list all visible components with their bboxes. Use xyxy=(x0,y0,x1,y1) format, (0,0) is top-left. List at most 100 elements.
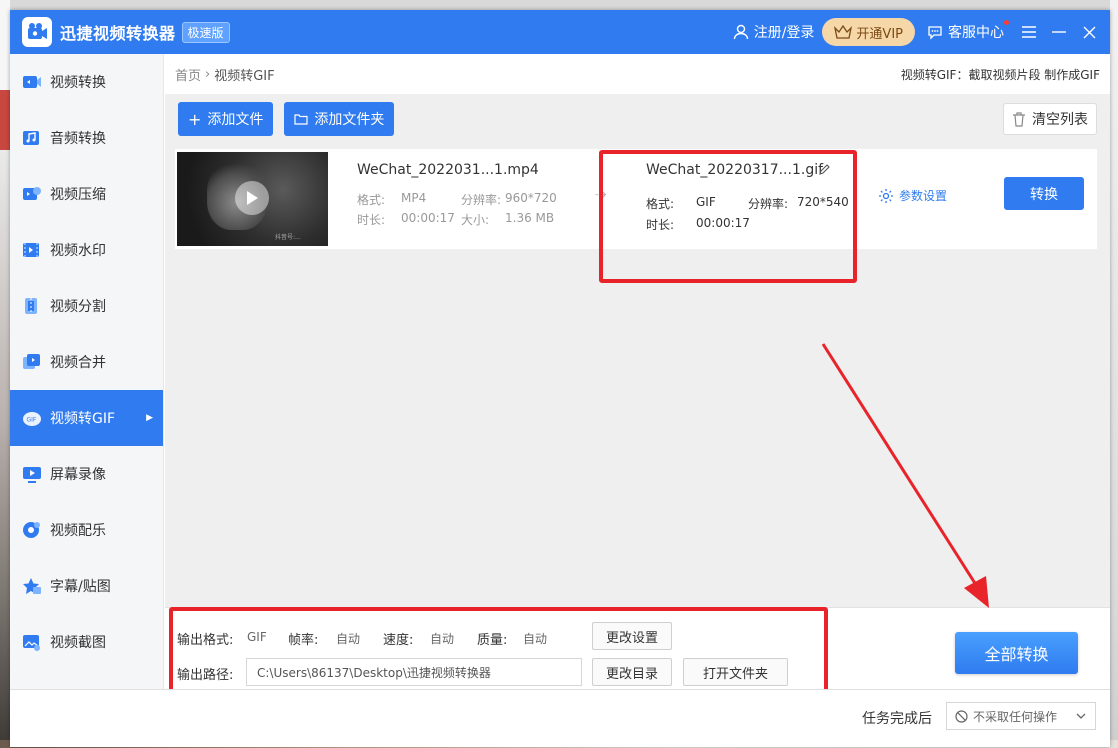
clear-list-button[interactable]: 清空列表 xyxy=(1003,103,1097,135)
minimize-icon xyxy=(1052,31,1066,33)
output-format-label: 输出格式: xyxy=(177,633,234,648)
sidebar-item-label: 视频截图 xyxy=(50,635,106,651)
title-bar: 迅捷视频转换器 极速版 注册/登录 开通VIP 客服中心 xyxy=(10,10,1110,54)
add-file-button[interactable]: + 添加文件 xyxy=(178,102,274,136)
sidebar-item-label: 视频配乐 xyxy=(50,523,106,539)
video-thumbnail[interactable]: 抖音号:... xyxy=(177,152,328,246)
output-resolution: 720*540 xyxy=(797,195,849,209)
output-format-label: 格式: xyxy=(646,197,675,211)
add-file-label: 添加文件 xyxy=(207,112,264,128)
gear-icon xyxy=(879,188,893,203)
quality-label: 质量: xyxy=(477,633,508,648)
breadcrumb-home[interactable]: 首页 xyxy=(175,65,201,84)
app-window: 迅捷视频转换器 极速版 注册/登录 开通VIP 客服中心 视频转换 音频转换 视… xyxy=(10,10,1110,747)
source-duration-label: 时长: xyxy=(357,213,386,227)
source-resolution-label: 分辨率: xyxy=(461,193,502,207)
fps-value: 自动 xyxy=(336,632,361,646)
edition-badge: 极速版 xyxy=(181,21,230,43)
edit-icon[interactable] xyxy=(818,164,830,176)
audio-convert-icon xyxy=(22,128,42,148)
convert-all-button[interactable]: 全部转换 xyxy=(955,632,1078,674)
after-task-value: 不采取任何操作 xyxy=(973,709,1058,724)
params-settings-label: 参数设置 xyxy=(899,189,948,203)
after-task-select[interactable]: 不采取任何操作 xyxy=(946,702,1096,730)
output-filename: WeChat_20220317...1.gif xyxy=(646,162,824,178)
gif-icon: GIF xyxy=(22,408,42,428)
source-filename: WeChat_2022031...1.mp4 xyxy=(357,162,539,178)
close-button[interactable] xyxy=(1074,10,1104,54)
output-settings-panel: 输出格式: GIF 帧率: 自动 速度: 自动 质量: 自动 更改设置 输出路径… xyxy=(165,607,1110,689)
sidebar-item-label: 视频压缩 xyxy=(50,187,106,203)
toolbar: + 添加文件 添加文件夹 清空列表 xyxy=(165,94,1110,144)
source-duration: 00:00:17 xyxy=(401,211,455,225)
sidebar-item-video-to-gif[interactable]: GIF 视频转GIF ▶ xyxy=(10,390,163,446)
sticker-icon xyxy=(22,576,42,596)
add-folder-button[interactable]: 添加文件夹 xyxy=(284,102,395,136)
user-icon xyxy=(733,24,748,40)
params-settings-link[interactable]: 参数设置 xyxy=(878,187,947,204)
video-merge-icon xyxy=(22,352,42,372)
folder-icon xyxy=(294,114,309,125)
close-icon xyxy=(1083,26,1095,38)
source-size-label: 大小: xyxy=(461,213,490,227)
sidebar-item-video-watermark[interactable]: 视频水印 xyxy=(10,222,163,278)
menu-icon xyxy=(1022,26,1036,38)
convert-button[interactable]: 转换 xyxy=(1004,177,1084,210)
customer-service-button[interactable]: 客服中心 xyxy=(927,20,1009,42)
play-icon[interactable] xyxy=(235,181,269,215)
sidebar-item-label: 视频水印 xyxy=(50,243,106,259)
speed-label: 速度: xyxy=(383,633,414,648)
sidebar-item-video-split[interactable]: 视频分割 xyxy=(10,278,163,334)
open-folder-button[interactable]: 打开文件夹 xyxy=(683,658,788,686)
add-folder-label: 添加文件夹 xyxy=(314,112,385,128)
sidebar-item-label: 视频转换 xyxy=(50,75,106,91)
crown-icon xyxy=(834,25,853,39)
status-bar: 任务完成后 不采取任何操作 xyxy=(10,689,1110,747)
login-label: 注册/登录 xyxy=(753,25,815,41)
output-path-field[interactable]: C:\Users\86137\Desktop\迅捷视频转换器 xyxy=(246,658,582,686)
vip-label: 开通VIP xyxy=(856,26,903,42)
sidebar-item-label: 视频转GIF xyxy=(50,411,116,427)
service-label: 客服中心 xyxy=(948,25,1004,41)
sidebar-item-video-screenshot[interactable]: 视频截图 xyxy=(10,614,163,670)
screenshot-icon xyxy=(22,632,42,652)
main-panel: 首页 › 视频转GIF 视频转GIF：截取视频片段 制作成GIF + 添加文件 … xyxy=(165,54,1110,704)
trash-icon xyxy=(1013,111,1025,127)
output-format: GIF xyxy=(696,195,716,209)
app-logo-icon xyxy=(22,17,52,47)
login-button[interactable]: 注册/登录 xyxy=(732,22,815,42)
video-convert-icon xyxy=(22,72,42,92)
change-settings-button[interactable]: 更改设置 xyxy=(592,622,672,650)
file-list-item: 抖音号:... WeChat_2022031...1.mp4 格式: MP4 分… xyxy=(175,149,1097,249)
sidebar-item-label: 视频合并 xyxy=(50,355,106,371)
app-title: 迅捷视频转换器 xyxy=(60,24,176,43)
video-watermark-icon xyxy=(22,240,42,260)
breadcrumb-separator-icon: › xyxy=(205,66,211,82)
sidebar-item-video-compress[interactable]: 视频压缩 xyxy=(10,166,163,222)
screen-record-icon xyxy=(22,464,42,484)
change-directory-button[interactable]: 更改目录 xyxy=(592,658,672,686)
chat-icon xyxy=(928,26,942,40)
sidebar-item-video-convert[interactable]: 视频转换 xyxy=(10,54,163,110)
sidebar-item-video-music[interactable]: 视频配乐 xyxy=(10,502,163,558)
desktop-background-left xyxy=(0,0,10,748)
sidebar-item-screen-record[interactable]: 屏幕录像 xyxy=(10,446,163,502)
sidebar-item-video-merge[interactable]: 视频合并 xyxy=(10,334,163,390)
desktop-background-right xyxy=(1110,0,1118,748)
svg-text:GIF: GIF xyxy=(27,417,37,424)
speed-value: 自动 xyxy=(430,632,455,646)
video-compress-icon xyxy=(22,184,42,204)
clear-list-label: 清空列表 xyxy=(1032,112,1088,128)
minimize-button[interactable] xyxy=(1044,10,1074,54)
quality-value: 自动 xyxy=(523,632,548,646)
vip-button[interactable]: 开通VIP xyxy=(822,18,915,46)
plus-icon: + xyxy=(188,109,202,129)
breadcrumb: 首页 › 视频转GIF 视频转GIF：截取视频片段 制作成GIF xyxy=(165,54,1110,94)
notification-dot xyxy=(1004,20,1009,25)
menu-button[interactable] xyxy=(1014,10,1044,54)
sidebar-item-audio-convert[interactable]: 音频转换 xyxy=(10,110,163,166)
sidebar-item-subtitle-sticker[interactable]: 字幕/贴图 xyxy=(10,558,163,614)
breadcrumb-current: 视频转GIF xyxy=(214,68,275,84)
sidebar-item-label: 字幕/贴图 xyxy=(50,579,111,595)
after-task-label: 任务完成后 xyxy=(862,711,932,727)
